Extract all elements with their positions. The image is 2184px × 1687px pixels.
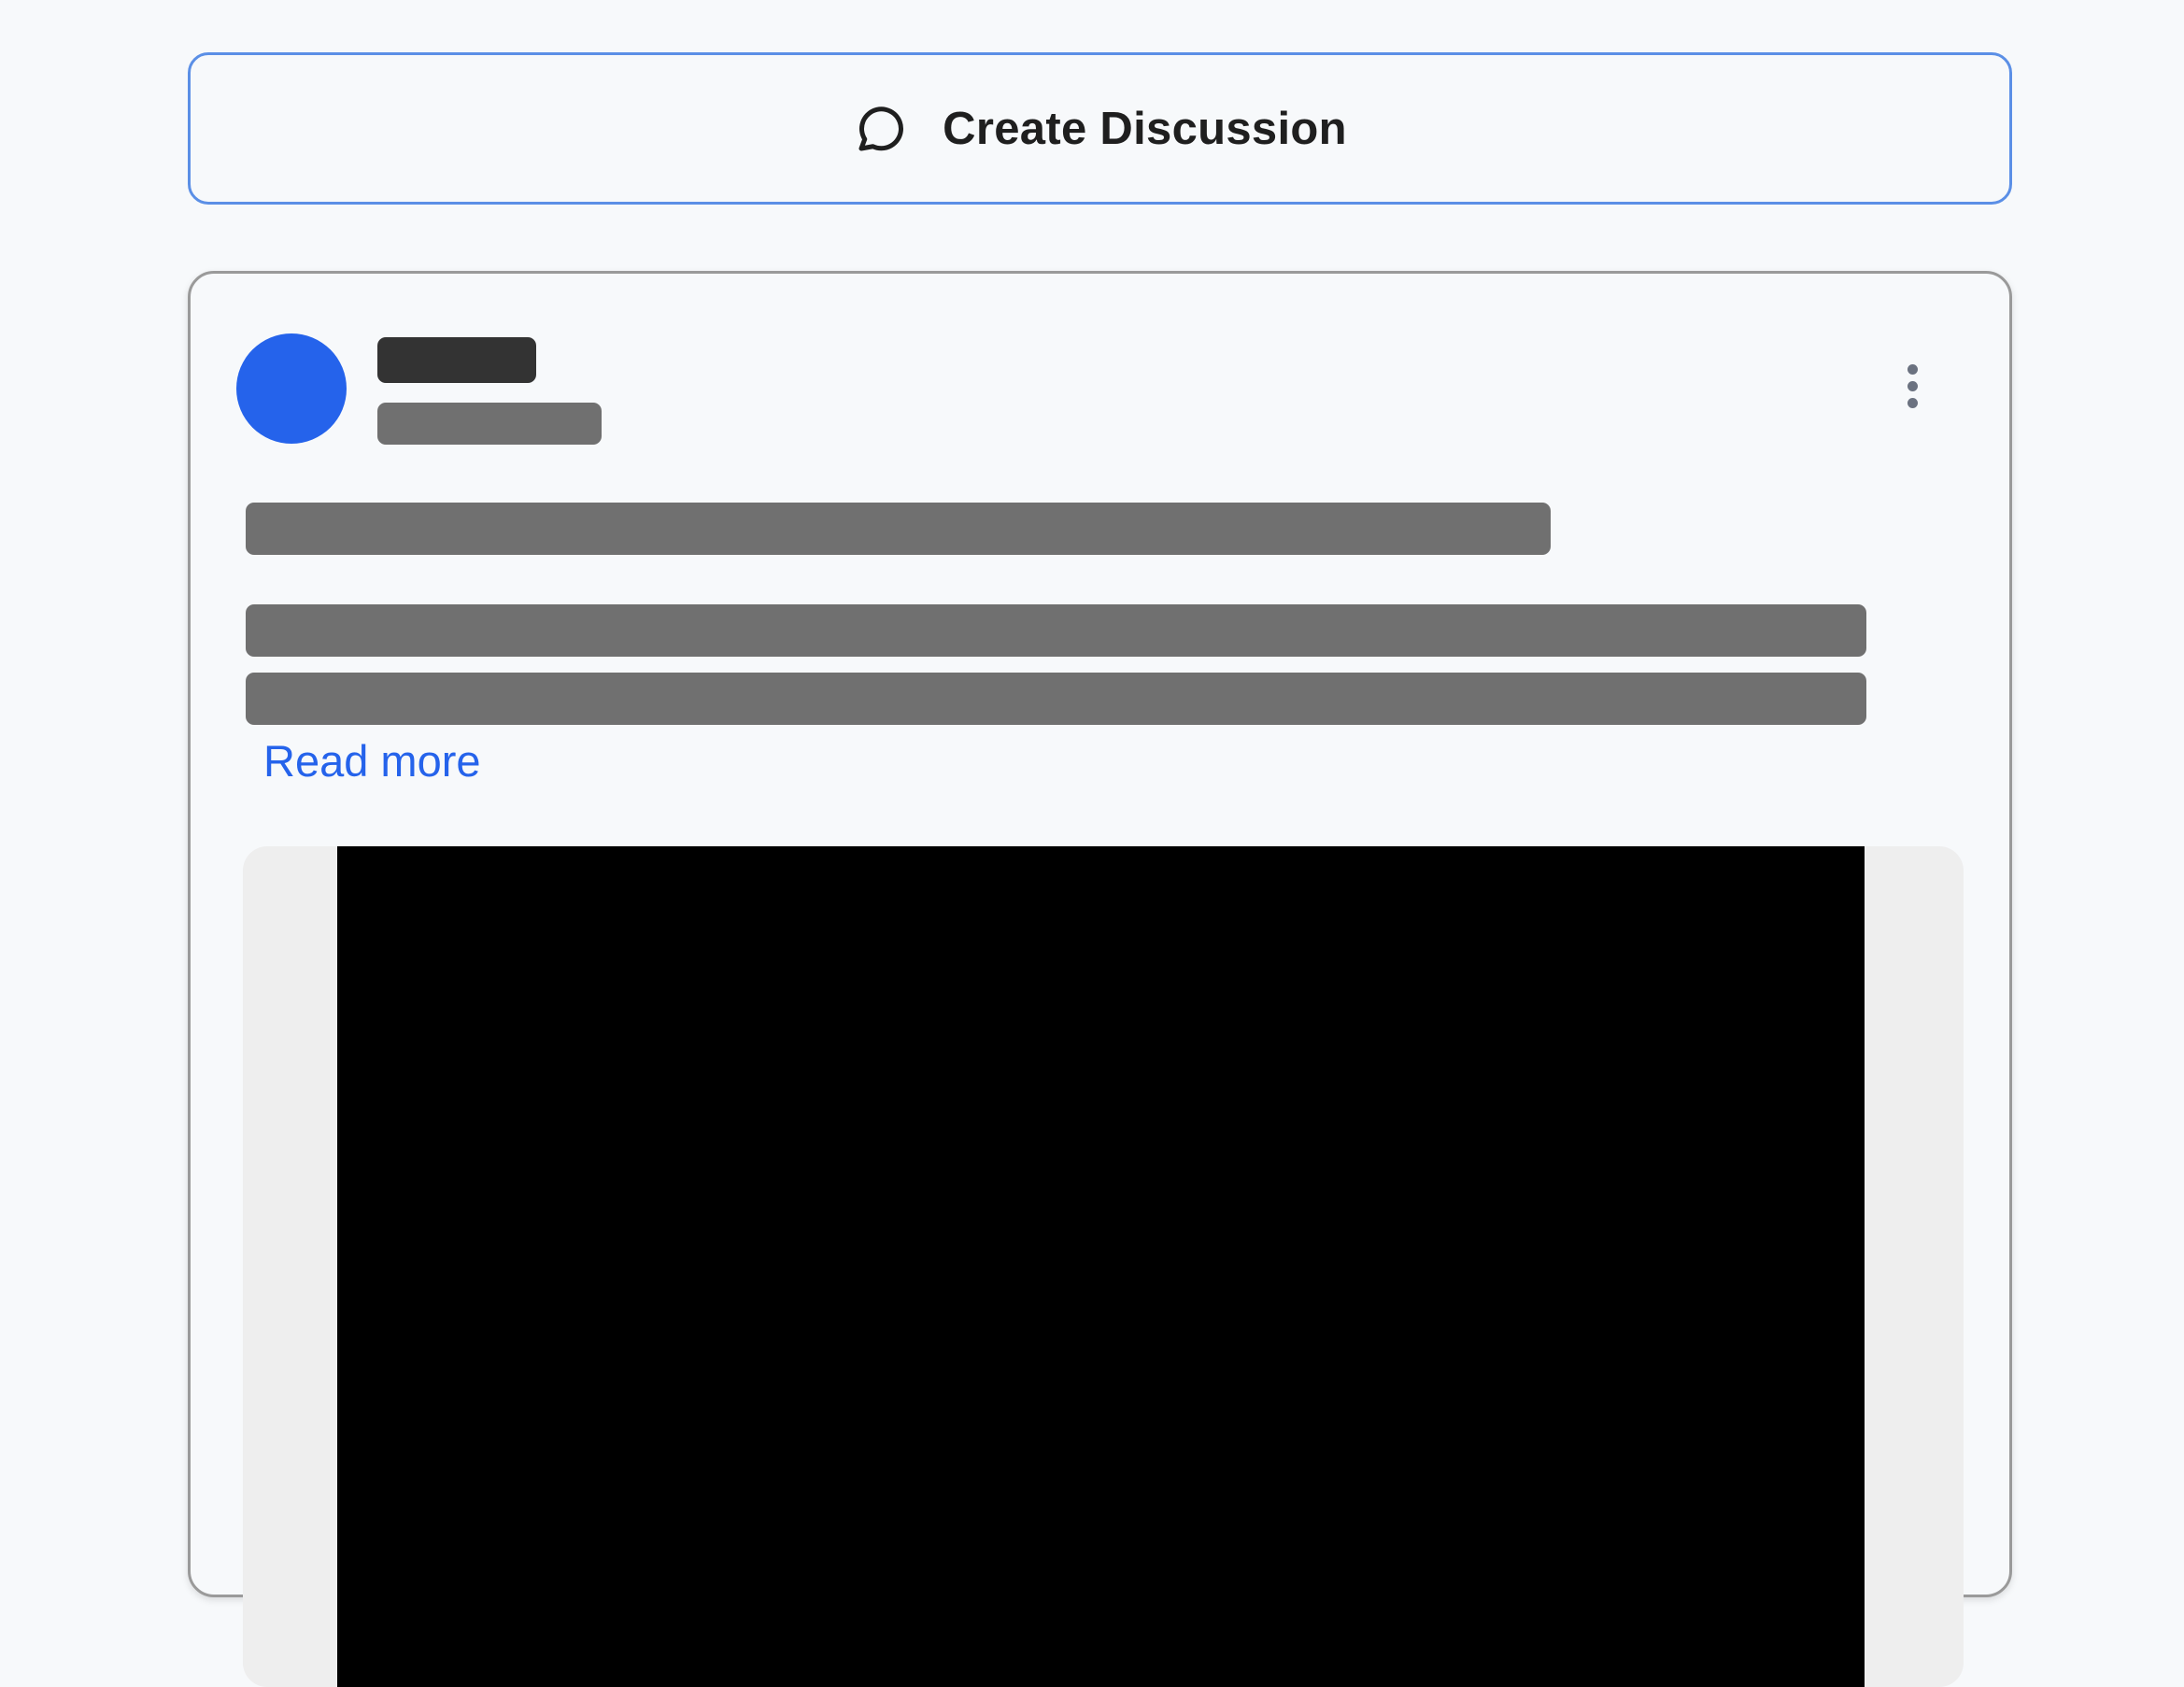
create-discussion-button[interactable]: Create Discussion — [188, 52, 2012, 205]
more-vertical-icon — [1907, 363, 1918, 375]
post-title — [246, 503, 1551, 555]
chat-bubble-icon — [853, 101, 909, 157]
more-options-button[interactable] — [1889, 356, 1936, 416]
post-body-line — [246, 673, 1866, 725]
post-body-line — [246, 604, 1866, 657]
author-name[interactable] — [377, 337, 536, 383]
create-discussion-label: Create Discussion — [943, 103, 1347, 154]
post-meta — [377, 403, 602, 445]
avatar[interactable] — [236, 333, 347, 444]
read-more-link[interactable]: Read more — [263, 735, 481, 787]
discussion-post-card: Read more — [188, 271, 2012, 1687]
post-media-container — [243, 846, 1964, 1687]
post-video[interactable] — [337, 846, 1865, 1687]
